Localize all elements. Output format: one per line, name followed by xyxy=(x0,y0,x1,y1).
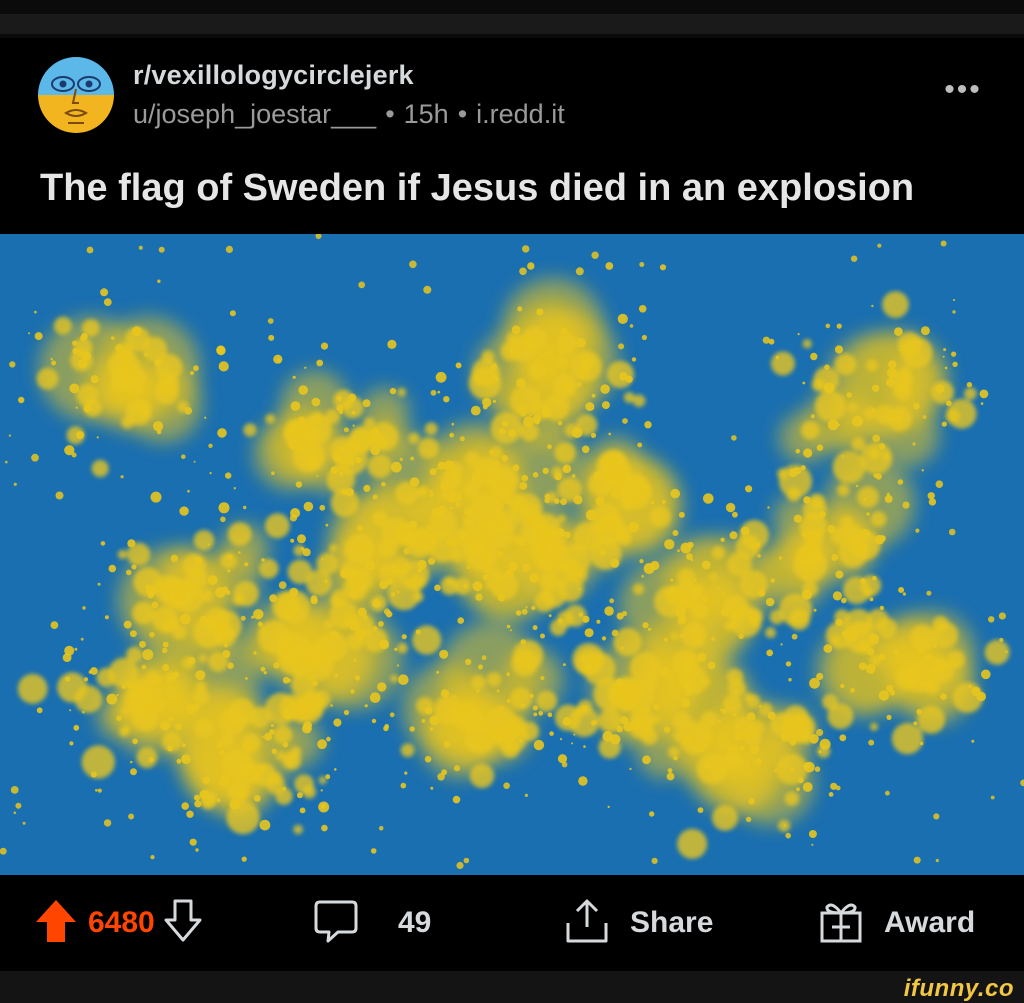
post-title[interactable]: The flag of Sweden if Jesus died in an e… xyxy=(40,167,914,210)
author-link[interactable]: u/joseph_joestar___ xyxy=(133,99,376,129)
comment-bubble-icon xyxy=(312,897,360,950)
bottom-strip xyxy=(0,971,1024,1003)
reddit-post-screen: r/vexillologycirclejerk u/joseph_joestar… xyxy=(0,0,1024,1003)
post-time: 15h xyxy=(403,99,449,129)
share-button[interactable]: Share xyxy=(564,875,713,971)
award-button[interactable]: Award xyxy=(818,875,975,971)
top-bar xyxy=(0,0,1024,38)
ifunny-watermark: ifunny.co xyxy=(903,975,1014,1002)
top-strip xyxy=(0,14,1024,34)
award-label: Award xyxy=(884,906,976,939)
gift-icon xyxy=(818,897,864,950)
post-action-bar: 6480 49 Share Award xyxy=(0,875,1024,971)
more-options-button[interactable]: ••• xyxy=(940,75,986,110)
vote-group: 6480 xyxy=(34,875,203,971)
more-dots-icon: ••• xyxy=(944,73,982,106)
arrow-down-icon[interactable] xyxy=(163,898,203,949)
meta-separator: • xyxy=(457,99,468,129)
post-meta: u/joseph_joestar___ • 15h • i.redd.it xyxy=(133,99,565,130)
post-domain[interactable]: i.redd.it xyxy=(476,99,565,129)
meta-separator: • xyxy=(385,99,395,129)
comment-count: 49 xyxy=(398,906,432,939)
subreddit-avatar[interactable] xyxy=(38,57,114,133)
vote-count: 6480 xyxy=(88,906,155,939)
arrow-up-icon[interactable] xyxy=(34,898,78,949)
share-label: Share xyxy=(630,906,714,939)
comments-button[interactable]: 49 xyxy=(312,875,431,971)
subreddit-name[interactable]: r/vexillologycirclejerk xyxy=(133,60,414,91)
share-icon xyxy=(564,897,610,950)
post-image[interactable] xyxy=(0,234,1024,875)
